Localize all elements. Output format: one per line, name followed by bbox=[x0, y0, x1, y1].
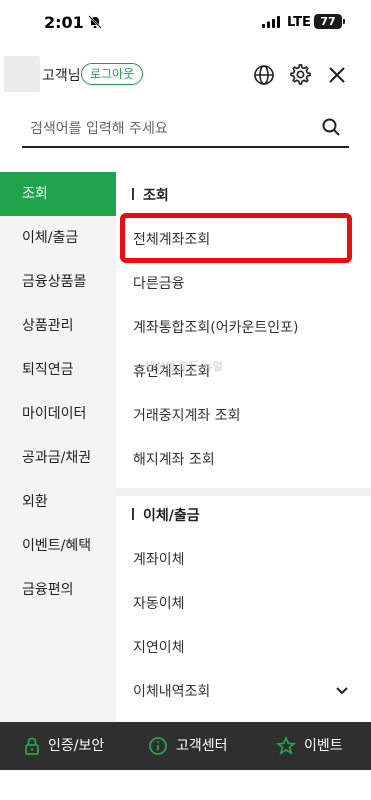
info-icon bbox=[149, 737, 167, 755]
section-header-inquiry: 조회 bbox=[116, 172, 371, 216]
menu-item-account-info[interactable]: 계좌통합조회(어카운트인포) bbox=[116, 306, 371, 350]
section-divider bbox=[116, 488, 371, 496]
lock-icon bbox=[25, 737, 39, 755]
menu-header: 고객님 로그아웃 bbox=[0, 46, 371, 102]
sidebar-item-transfer[interactable]: 이체/출금 bbox=[0, 216, 116, 260]
highlight-annotation bbox=[120, 213, 352, 263]
sidebar-item-foreign-exchange[interactable]: 외환 bbox=[0, 480, 116, 524]
footer-label: 이벤트 bbox=[304, 738, 343, 754]
sidebar-item-pension[interactable]: 퇴직연금 bbox=[0, 348, 116, 392]
menu-item-other-finance[interactable]: 다른금융 bbox=[116, 262, 371, 306]
status-bar: 2:01 LTE 77 bbox=[0, 0, 371, 46]
battery-tip bbox=[343, 19, 345, 24]
sidebar-item-mydata[interactable]: 마이데이터 bbox=[0, 392, 116, 436]
footer-label: 인증/보안 bbox=[48, 738, 105, 754]
menu-item-closed-accounts[interactable]: 해지계좌 조회 bbox=[116, 438, 371, 482]
globe-icon[interactable] bbox=[253, 64, 275, 86]
logout-button[interactable]: 로그아웃 bbox=[81, 63, 144, 85]
watermark: 세상의 모든 뉴얼 bbox=[145, 360, 223, 373]
section-marker bbox=[132, 188, 134, 200]
network-type: LTE bbox=[287, 15, 311, 30]
section-title: 조회 bbox=[143, 188, 169, 204]
menu-item-label: 이체내역조회 bbox=[133, 684, 211, 700]
menu-item-account-transfer[interactable]: 계좌이체 bbox=[116, 538, 371, 582]
section-header-transfer: 이체/출금 bbox=[116, 492, 371, 536]
bell-muted-icon bbox=[88, 15, 102, 29]
sidebar-item-utility-bonds[interactable]: 공과금/채권 bbox=[0, 436, 116, 480]
menu-item-delayed-transfer[interactable]: 지연이체 bbox=[116, 626, 371, 670]
user-name: 고객님 bbox=[42, 68, 81, 84]
bottom-toolbar: 인증/보안 고객센터 이벤트 bbox=[0, 722, 371, 770]
status-time: 2:01 bbox=[44, 13, 84, 32]
search-placeholder: 검색어를 입력해 주세요 bbox=[30, 121, 168, 137]
sidebar-item-events[interactable]: 이벤트/혜택 bbox=[0, 524, 116, 568]
menu-item-suspended-accounts[interactable]: 거래중지계좌 조회 bbox=[116, 394, 371, 438]
battery-icon: 77 bbox=[314, 14, 342, 29]
signal-icon bbox=[262, 16, 280, 28]
footer-label: 고객센터 bbox=[176, 738, 228, 754]
sidebar-item-product-management[interactable]: 상품관리 bbox=[0, 304, 116, 348]
chevron-down-icon bbox=[336, 687, 348, 695]
footer-event-button[interactable]: 이벤트 bbox=[248, 722, 371, 770]
search-input[interactable]: 검색어를 입력해 주세요 bbox=[22, 108, 349, 148]
section-title: 이체/출금 bbox=[143, 508, 200, 524]
star-icon bbox=[276, 736, 296, 755]
menu-item-transfer-history[interactable]: 이체내역조회 bbox=[116, 670, 371, 714]
sidebar-item-convenience[interactable]: 금융편의 bbox=[0, 568, 116, 612]
blurred-user-name bbox=[4, 56, 40, 92]
gear-icon[interactable] bbox=[289, 63, 312, 86]
menu-item-auto-transfer[interactable]: 자동이체 bbox=[116, 582, 371, 626]
footer-auth-security-button[interactable]: 인증/보안 bbox=[0, 722, 124, 770]
close-icon[interactable] bbox=[327, 65, 347, 85]
footer-customer-center-button[interactable]: 고객센터 bbox=[124, 722, 248, 770]
search-icon[interactable] bbox=[321, 117, 341, 137]
category-sidebar: 조회 이체/출금 금융상품몰 상품관리 퇴직연금 마이데이터 공과금/채권 외환… bbox=[0, 172, 116, 722]
sidebar-item-financial-products[interactable]: 금융상품몰 bbox=[0, 260, 116, 304]
section-marker bbox=[132, 508, 134, 520]
sidebar-item-inquiry[interactable]: 조회 bbox=[0, 172, 116, 216]
